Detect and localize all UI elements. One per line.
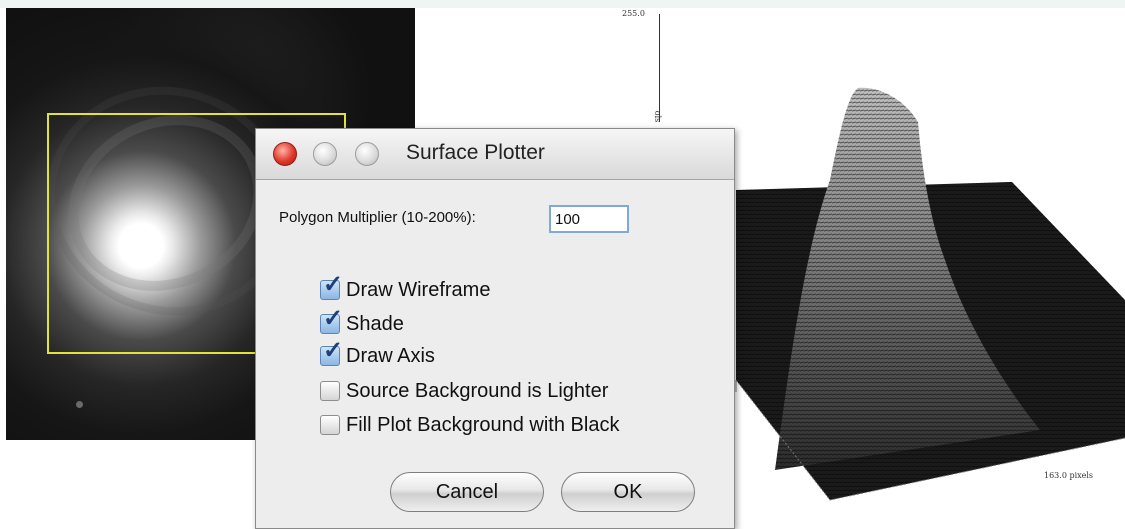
option-shade[interactable]: ✓ Shade	[320, 307, 404, 337]
shade-checkbox[interactable]: ✓	[320, 307, 343, 334]
fill-plot-background-black-checkbox[interactable]	[320, 415, 340, 435]
checkmark-icon: ✓	[323, 337, 344, 364]
option-draw-wireframe[interactable]: ✓ Draw Wireframe	[320, 273, 491, 303]
option-label: Draw Axis	[346, 344, 435, 367]
option-label: Fill Plot Background with Black	[346, 413, 620, 436]
close-button[interactable]	[273, 142, 297, 166]
option-source-background-lighter[interactable]: Source Background is Lighter	[320, 378, 608, 404]
checkmark-icon: ✓	[323, 305, 344, 332]
draw-wireframe-checkbox[interactable]: ✓	[320, 273, 343, 300]
option-draw-axis[interactable]: ✓ Draw Axis	[320, 339, 435, 369]
minimize-button[interactable]	[313, 142, 337, 166]
x-axis-label: 163.0 pixels	[1044, 471, 1094, 480]
polygon-multiplier-label: Polygon Multiplier (10-200%):	[279, 209, 476, 226]
draw-axis-checkbox[interactable]: ✓	[320, 339, 343, 366]
dialog-titlebar[interactable]: Surface Plotter	[256, 129, 734, 180]
surface-plotter-dialog: Surface Plotter Polygon Multiplier (10-2…	[255, 128, 735, 529]
polygon-multiplier-input[interactable]	[549, 205, 629, 233]
dialog-title: Surface Plotter	[406, 141, 545, 164]
ok-button[interactable]: OK	[561, 472, 695, 512]
zoom-button[interactable]	[355, 142, 379, 166]
option-label: Shade	[346, 312, 404, 335]
option-label: Source Background is Lighter	[346, 379, 609, 402]
checkmark-icon: ✓	[323, 271, 344, 298]
source-background-lighter-checkbox[interactable]	[320, 381, 340, 401]
cancel-button[interactable]: Cancel	[390, 472, 544, 512]
option-label: Draw Wireframe	[346, 278, 491, 301]
option-fill-plot-background-black[interactable]: Fill Plot Background with Black	[320, 412, 619, 438]
